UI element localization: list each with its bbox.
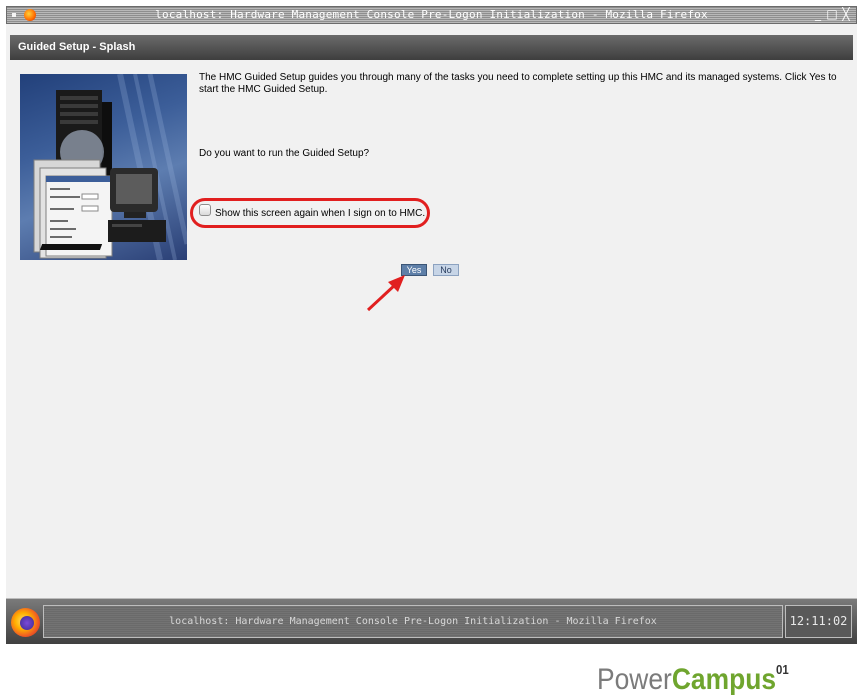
page-header: Guided Setup - Splash: [10, 35, 853, 60]
taskbar-clock: 12:11:02: [785, 605, 852, 638]
content-window: Guided Setup - Splash The HMC Guided Set…: [6, 24, 857, 598]
close-icon[interactable]: ╳: [840, 8, 852, 21]
logo-campus-text: Campus: [671, 663, 776, 696]
maximize-icon[interactable]: □: [826, 8, 838, 21]
taskbar-window-title: localhost: Hardware Management Console P…: [169, 616, 657, 627]
show-again-label[interactable]: Show this screen again when I sign on to…: [215, 208, 425, 219]
minimize-icon[interactable]: _: [812, 8, 824, 21]
window-title: localhost: Hardware Management Console P…: [155, 8, 708, 21]
question-text: Do you want to run the Guided Setup?: [199, 148, 370, 159]
logo-power-text: Power: [597, 663, 672, 696]
window-titlebar[interactable]: localhost: Hardware Management Console P…: [6, 6, 857, 24]
logo-number-text: 01: [775, 662, 789, 677]
annotation-arrow-icon: [366, 275, 405, 312]
hmc-illustration: [20, 74, 187, 260]
intro-text: The HMC Guided Setup guides you through …: [199, 72, 837, 95]
powercampus-logo: PowerCampus01: [597, 650, 789, 696]
no-button[interactable]: No: [433, 264, 459, 276]
show-again-checkbox[interactable]: [199, 204, 211, 216]
taskbar-window-item[interactable]: localhost: Hardware Management Console P…: [43, 605, 783, 638]
taskbar: localhost: Hardware Management Console P…: [6, 598, 857, 644]
firefox-launcher-icon[interactable]: [11, 608, 40, 637]
